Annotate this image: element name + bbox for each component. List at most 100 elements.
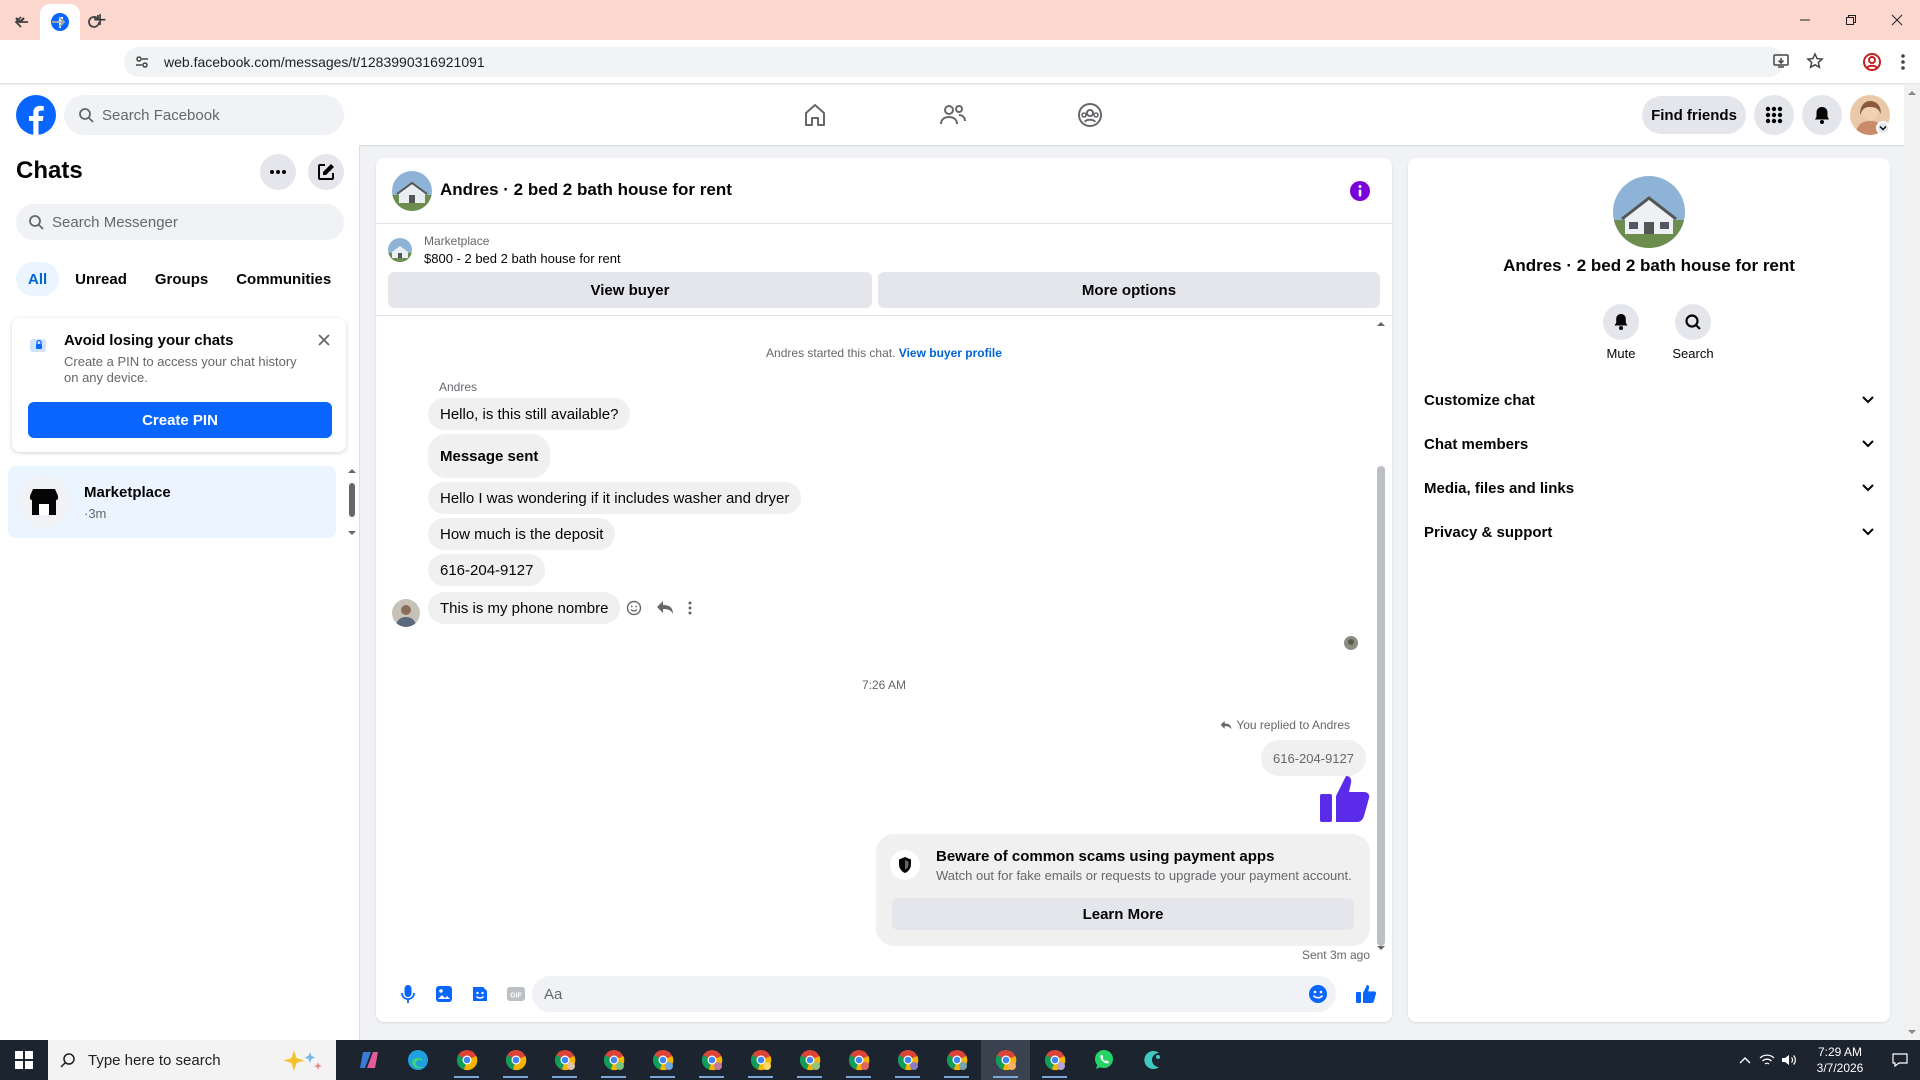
more-vertical-icon[interactable] xyxy=(688,601,692,615)
chrome-profile-icon[interactable] xyxy=(883,1040,932,1080)
react-emoji-icon[interactable] xyxy=(626,600,642,616)
chrome-profile-icon[interactable] xyxy=(540,1040,589,1080)
chat-members-section[interactable]: Chat members xyxy=(1424,424,1874,464)
conversation-scrollbar[interactable] xyxy=(1374,316,1388,956)
close-icon[interactable] xyxy=(314,330,334,350)
thumbs-up-sticker-icon[interactable] xyxy=(1316,770,1372,824)
reload-button[interactable] xyxy=(82,10,106,34)
bookmark-star-icon[interactable] xyxy=(1806,52,1824,70)
sticker-icon[interactable] xyxy=(468,982,492,1006)
chat-info-avatar[interactable] xyxy=(1613,176,1685,248)
listing-title[interactable]: $800 - 2 bed 2 bath house for rent xyxy=(424,251,621,266)
microphone-icon[interactable] xyxy=(396,982,420,1006)
media-files-links-section[interactable]: Media, files and links xyxy=(1424,468,1874,508)
chats-options-button[interactable] xyxy=(260,154,296,190)
facebook-logo-icon[interactable] xyxy=(16,95,56,135)
app-crescent-icon[interactable] xyxy=(1128,1040,1177,1080)
info-icon[interactable] xyxy=(1350,181,1370,201)
chrome-profile-icon[interactable] xyxy=(1030,1040,1079,1080)
sent-status: Sent 3m ago xyxy=(1301,948,1370,962)
volume-icon[interactable] xyxy=(1778,1040,1800,1080)
taskbar-search-input[interactable]: Type here to search xyxy=(48,1040,336,1080)
bell-icon[interactable] xyxy=(1603,304,1639,340)
message-bubble[interactable]: How much is the deposit xyxy=(428,518,616,550)
address-bar[interactable]: web.facebook.com/messages/t/128399031692… xyxy=(124,47,1784,77)
back-button[interactable] xyxy=(10,10,34,34)
site-info-icon[interactable] xyxy=(134,54,154,70)
message-bubble[interactable]: Hello I was wondering if it includes was… xyxy=(428,482,802,514)
window-controls xyxy=(1782,0,1920,40)
view-buyer-button[interactable]: View buyer xyxy=(388,272,872,308)
messenger-search-placeholder: Search Messenger xyxy=(52,213,178,231)
search-action[interactable]: Search xyxy=(1663,304,1723,361)
emoji-icon[interactable] xyxy=(1306,982,1330,1006)
chrome-icon[interactable] xyxy=(491,1040,540,1080)
restore-button[interactable] xyxy=(1828,0,1874,40)
chrome-profile-icon[interactable] xyxy=(687,1040,736,1080)
chrome-icon[interactable] xyxy=(442,1040,491,1080)
facebook-search-input[interactable]: Search Facebook xyxy=(64,95,344,135)
network-icon[interactable] xyxy=(1756,1040,1778,1080)
more-options-button[interactable]: More options xyxy=(878,272,1380,308)
search-label: Search xyxy=(1672,346,1714,361)
install-app-icon[interactable] xyxy=(1772,52,1790,70)
message-bubble[interactable]: 616-204-9127 xyxy=(428,554,546,586)
messenger-search-input[interactable]: Search Messenger xyxy=(16,204,344,240)
profile-icon[interactable] xyxy=(1862,52,1882,72)
chrome-active-window-icon[interactable] xyxy=(981,1040,1030,1080)
edge-icon[interactable] xyxy=(393,1040,442,1080)
copilot-icon[interactable] xyxy=(344,1040,393,1080)
filter-all[interactable]: All xyxy=(16,262,60,296)
chat-list-item[interactable]: Marketplace ·3m xyxy=(8,466,336,538)
taskbar-clock[interactable]: 7:29 AM 3/7/2026 xyxy=(1800,1044,1880,1076)
chat-list-scrollbar[interactable] xyxy=(346,466,358,538)
message-bubble[interactable]: Hello, is this still available? xyxy=(428,398,631,430)
browser-menu-icon[interactable] xyxy=(1900,52,1906,72)
message-bubble[interactable]: Message sent xyxy=(428,434,551,478)
photo-icon[interactable] xyxy=(432,982,456,1006)
browser-tab-bar xyxy=(0,0,1920,40)
mute-action[interactable]: Mute xyxy=(1591,304,1651,361)
message-input[interactable]: Aa xyxy=(532,976,1336,1012)
privacy-support-section[interactable]: Privacy & support xyxy=(1424,512,1874,552)
groups-nav-icon[interactable] xyxy=(1075,100,1105,130)
filter-communities[interactable]: Communities xyxy=(224,262,343,296)
page-scrollbar[interactable] xyxy=(1904,85,1920,1040)
find-friends-button[interactable]: Find friends xyxy=(1642,96,1746,134)
chrome-profile-icon[interactable] xyxy=(834,1040,883,1080)
notifications-button[interactable] xyxy=(1802,95,1842,135)
conversation-title[interactable]: Andres · 2 bed 2 bath house for rent xyxy=(440,180,732,200)
message-bubble[interactable]: This is my phone nombre xyxy=(428,592,621,624)
chrome-profile-icon[interactable] xyxy=(736,1040,785,1080)
send-like-icon[interactable] xyxy=(1354,982,1378,1006)
create-pin-button[interactable]: Create PIN xyxy=(28,402,332,438)
conversation-avatar[interactable] xyxy=(392,171,432,211)
account-chevron-down-icon[interactable] xyxy=(1876,121,1890,135)
chrome-profile-icon[interactable] xyxy=(638,1040,687,1080)
home-nav-icon[interactable] xyxy=(800,100,830,130)
sender-avatar[interactable] xyxy=(392,599,420,627)
chrome-profile-icon[interactable] xyxy=(785,1040,834,1080)
friends-nav-icon[interactable] xyxy=(938,100,968,130)
customize-chat-section[interactable]: Customize chat xyxy=(1424,380,1874,420)
minimize-button[interactable] xyxy=(1782,0,1828,40)
chrome-profile-icon[interactable] xyxy=(589,1040,638,1080)
reply-icon[interactable] xyxy=(656,600,674,616)
show-hidden-icons-chevron-up-icon[interactable] xyxy=(1734,1040,1756,1080)
forward-button[interactable] xyxy=(46,10,70,34)
scrollbar-thumb[interactable] xyxy=(1377,466,1385,946)
filter-unread[interactable]: Unread xyxy=(63,262,139,296)
close-window-button[interactable] xyxy=(1874,0,1920,40)
new-message-button[interactable] xyxy=(308,154,344,190)
gif-icon[interactable]: GIF xyxy=(504,982,528,1006)
filter-groups[interactable]: Groups xyxy=(143,262,220,296)
learn-more-button[interactable]: Learn More xyxy=(892,898,1354,930)
whatsapp-icon[interactable] xyxy=(1079,1040,1128,1080)
view-buyer-profile-link[interactable]: View buyer profile xyxy=(899,346,1002,360)
windows-start-icon[interactable] xyxy=(0,1040,48,1080)
chrome-profile-icon[interactable] xyxy=(932,1040,981,1080)
shield-icon xyxy=(890,850,920,880)
search-icon[interactable] xyxy=(1675,304,1711,340)
menu-grid-button[interactable] xyxy=(1754,95,1794,135)
notification-center-icon[interactable] xyxy=(1880,1040,1920,1080)
